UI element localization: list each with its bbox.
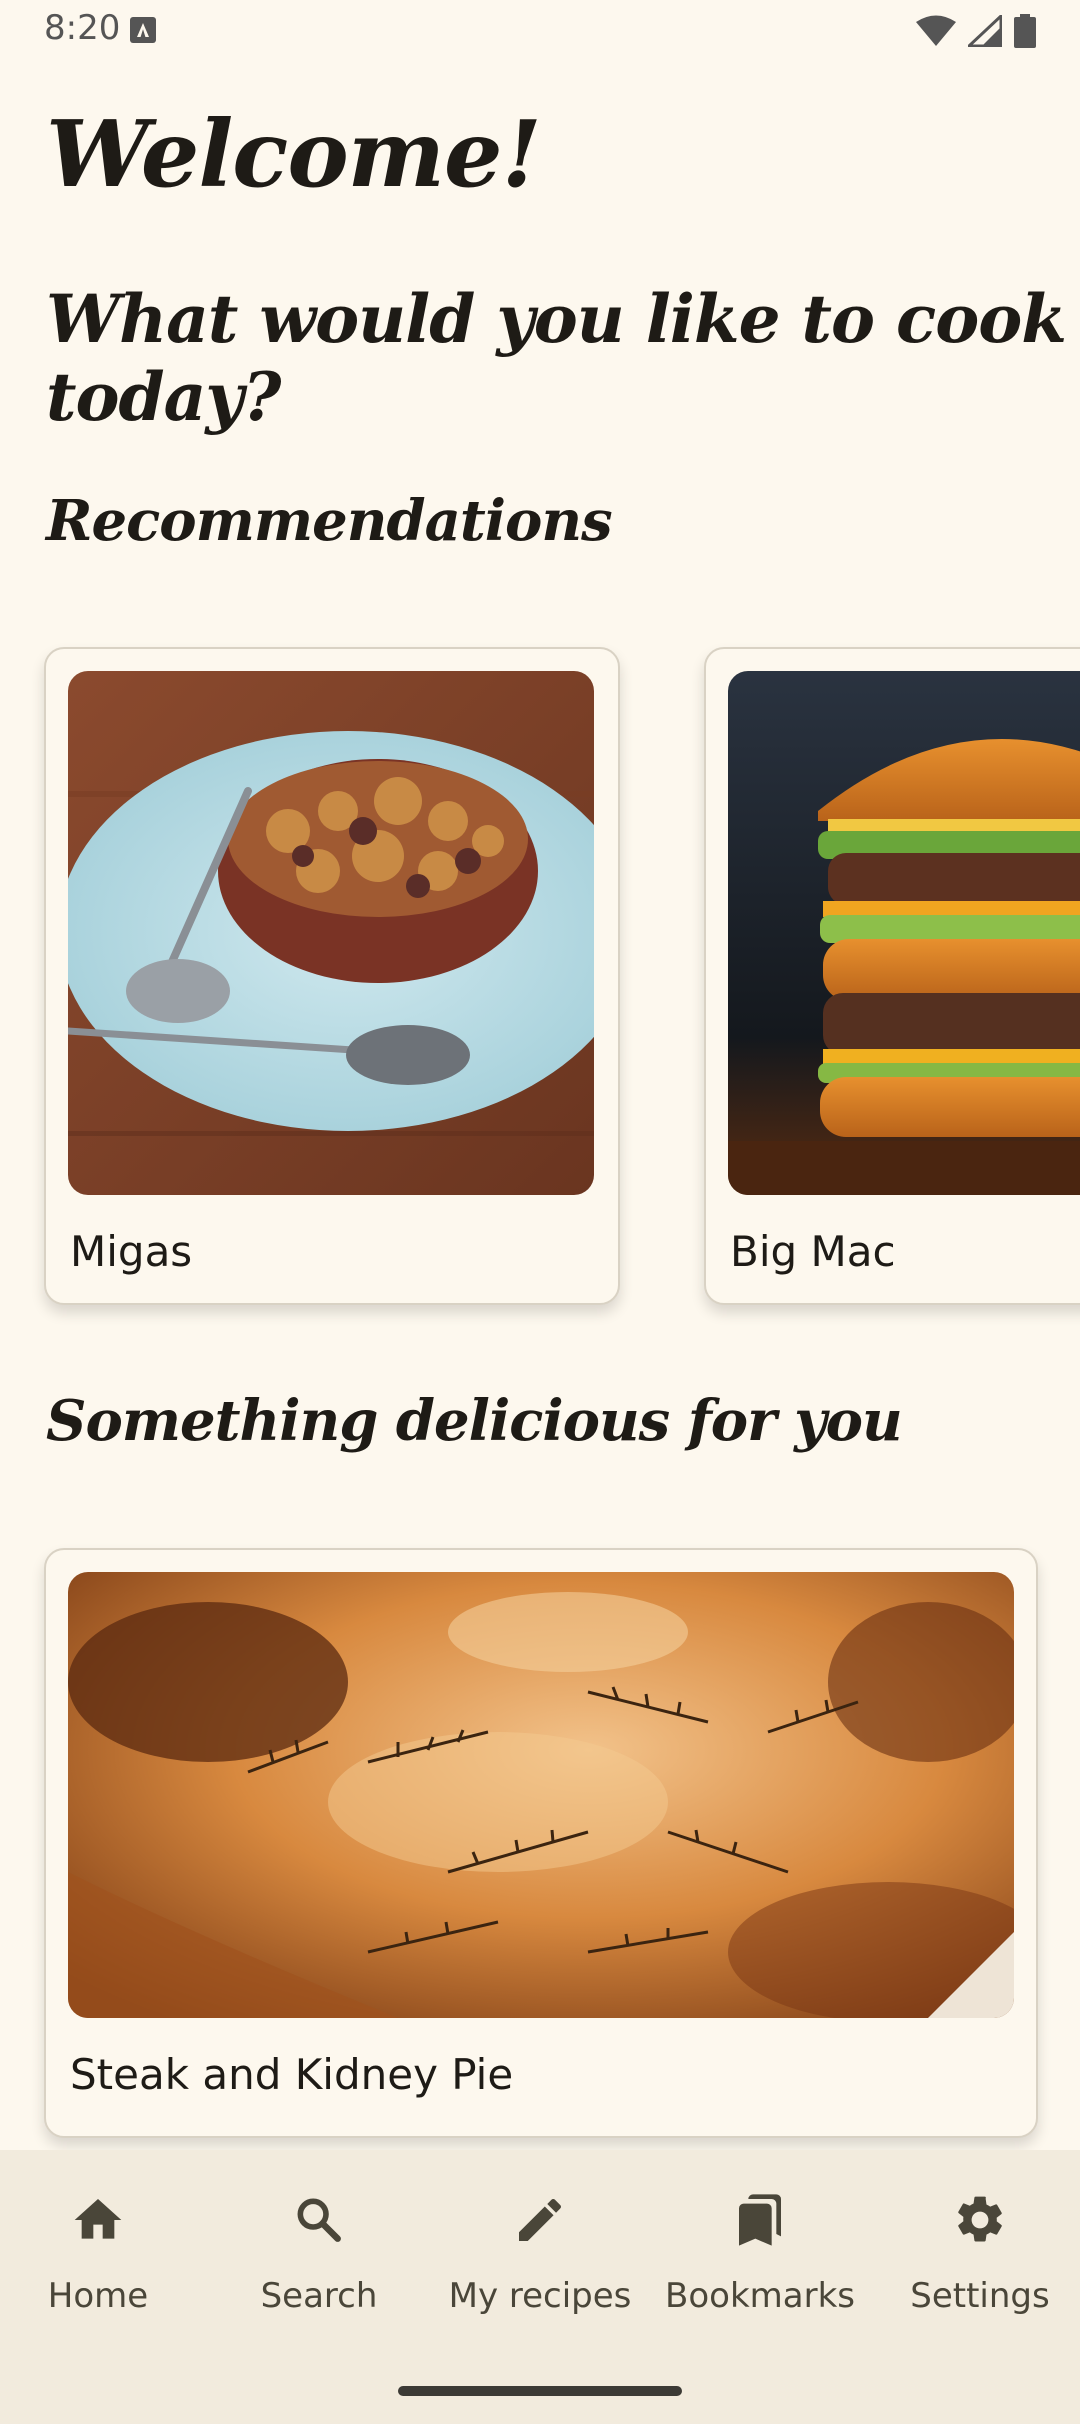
recipe-title: Big Mac: [730, 1227, 896, 1276]
bottom-navigation: Home Search My recipes Bookmarks Setting…: [0, 2150, 1080, 2424]
nav-label: Bookmarks: [665, 2276, 855, 2316]
signal-icon: [968, 15, 1002, 47]
recipe-title: Migas: [70, 1227, 193, 1276]
bookmarks-icon: [739, 2194, 781, 2246]
nav-item-settings[interactable]: Settings: [872, 2192, 1080, 2316]
recipe-title: Steak and Kidney Pie: [70, 2050, 514, 2099]
notification-icon: [130, 17, 156, 43]
nav-label: Settings: [910, 2276, 1050, 2316]
delicious-heading: Something delicious for you: [46, 1388, 903, 1454]
migas-photo: [68, 671, 594, 1195]
welcome-heading: Welcome!: [46, 100, 542, 208]
recipe-card-steak-and-kidney-pie[interactable]: Steak and Kidney Pie: [44, 1548, 1038, 2138]
recommendations-heading: Recommendations: [46, 488, 613, 554]
recipe-card-big-mac[interactable]: Big Mac: [704, 647, 1080, 1305]
nav-item-bookmarks[interactable]: Bookmarks: [652, 2192, 868, 2316]
burger-photo: [728, 671, 1080, 1195]
nav-item-home[interactable]: Home: [0, 2192, 206, 2316]
search-icon: [297, 2198, 341, 2242]
home-indicator[interactable]: [398, 2386, 682, 2396]
home-icon: [74, 2199, 122, 2239]
status-time: 8:20: [44, 8, 121, 48]
nav-label: Search: [260, 2276, 378, 2316]
recipe-card-migas[interactable]: Migas: [44, 647, 620, 1305]
nav-item-my-recipes[interactable]: My recipes: [432, 2192, 648, 2316]
battery-icon: [1014, 14, 1036, 48]
pencil-icon: [519, 2198, 562, 2241]
status-bar: 8:20: [0, 0, 1080, 64]
subtitle-heading: What would you like to cook today?: [46, 280, 1067, 436]
nav-item-search[interactable]: Search: [211, 2192, 427, 2316]
wifi-icon: [916, 15, 956, 46]
gear-icon: [958, 2196, 1002, 2242]
status-icons: [916, 14, 1036, 48]
nav-label: Home: [47, 2276, 149, 2316]
nav-label: My recipes: [448, 2276, 632, 2316]
pie-photo: [68, 1572, 1014, 2018]
